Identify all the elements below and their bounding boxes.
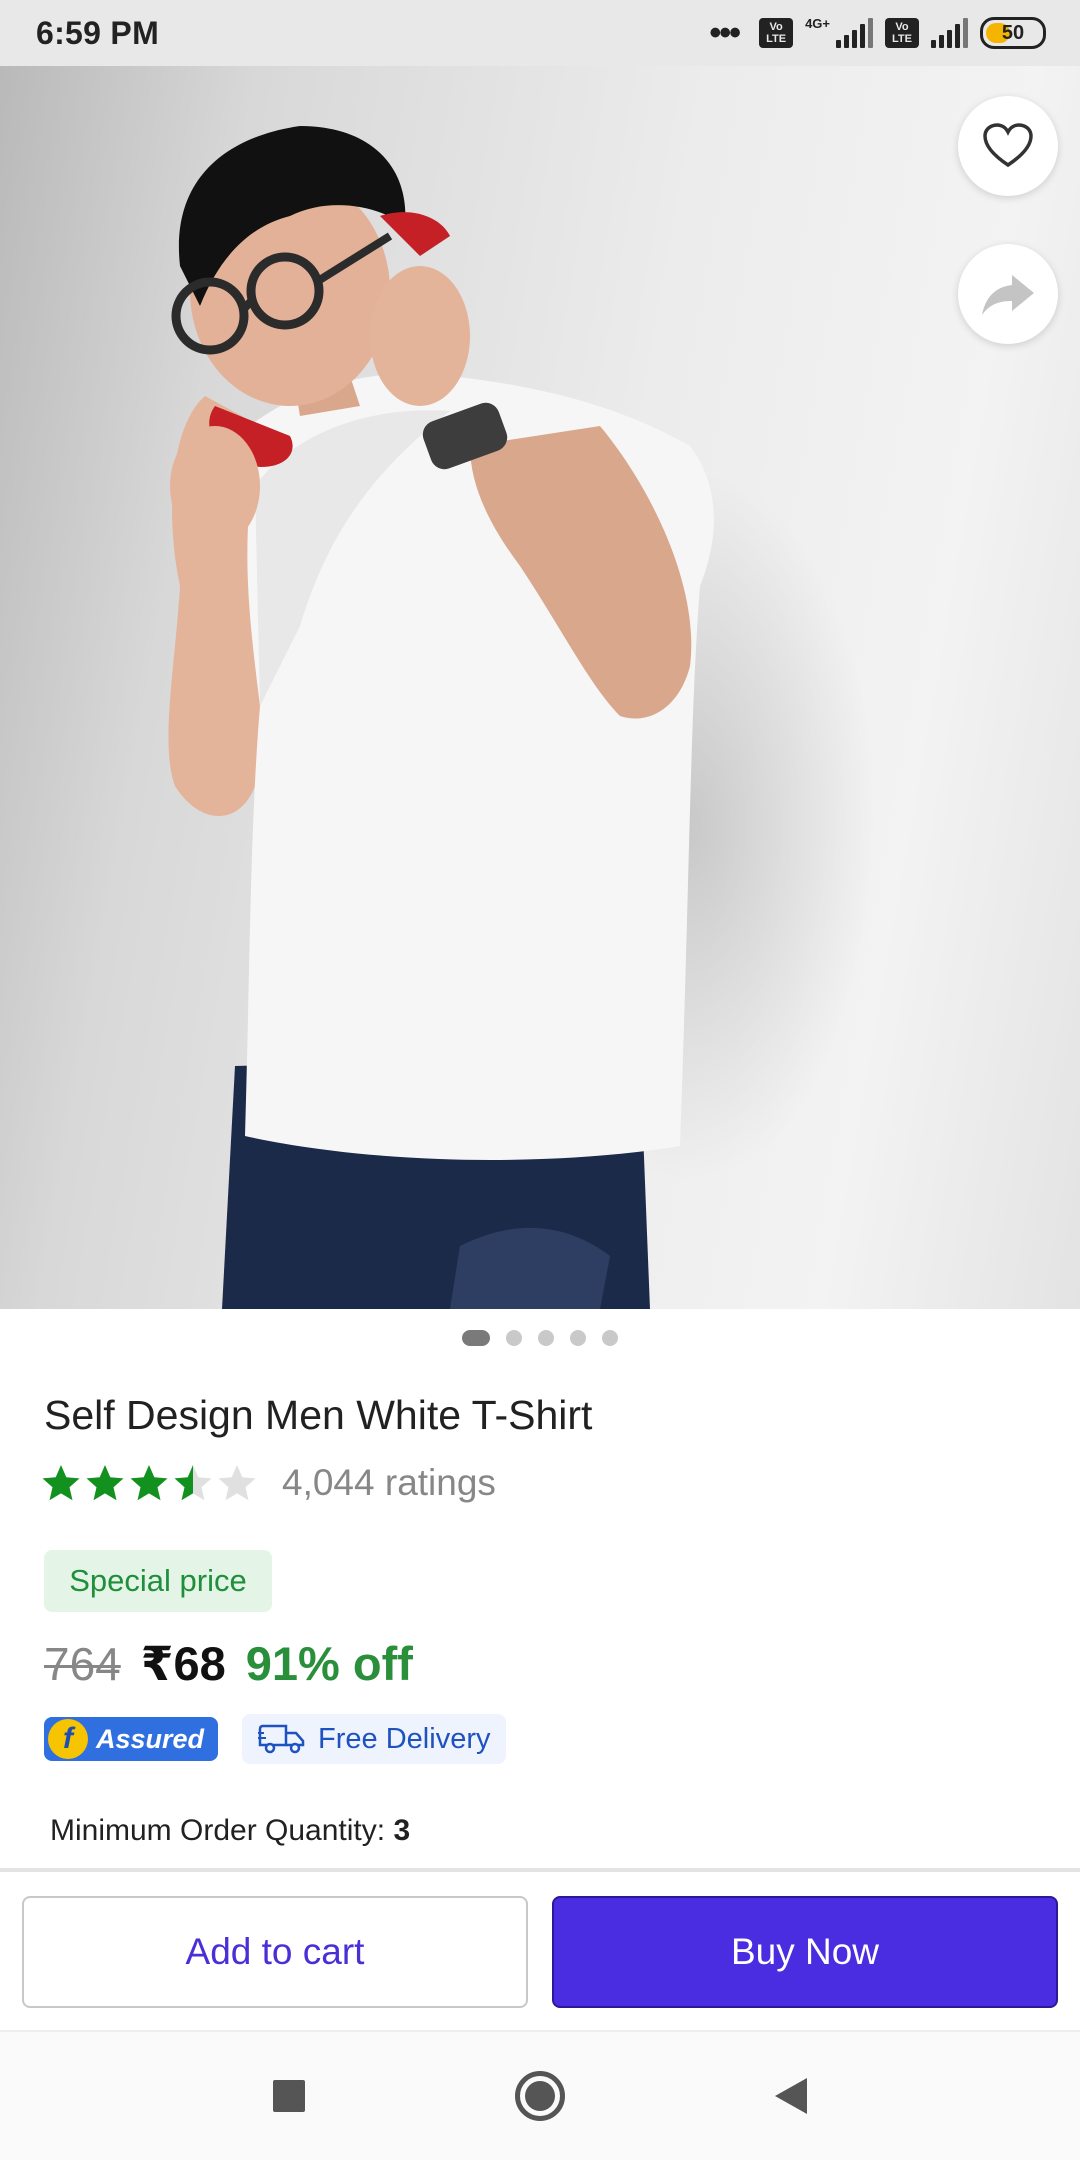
- network-type-label: 4G+: [805, 15, 830, 31]
- free-delivery-badge: Free Delivery: [242, 1714, 507, 1764]
- moq-label: Minimum Order Quantity:: [50, 1814, 386, 1847]
- minimum-order-quantity: Minimum Order Quantity: 3: [50, 1814, 410, 1848]
- star-icon: [86, 1465, 124, 1501]
- heart-icon: [983, 123, 1033, 168]
- signal-icon: [836, 18, 873, 48]
- assured-badge[interactable]: f Assured: [44, 1717, 219, 1761]
- star-icon: [42, 1465, 80, 1501]
- assured-logo-icon: f: [48, 1719, 88, 1759]
- carousel-dot[interactable]: [462, 1330, 490, 1346]
- star-icon: [130, 1465, 168, 1501]
- rating-stars: [40, 1463, 258, 1503]
- home-button[interactable]: [515, 2071, 565, 2121]
- share-icon: [982, 275, 1034, 315]
- product-photo-icon: [168, 126, 714, 1309]
- selling-price: ₹68: [140, 1637, 226, 1690]
- carousel-dot[interactable]: [602, 1330, 618, 1346]
- free-delivery-label: Free Delivery: [318, 1722, 491, 1755]
- status-time: 6:59 PM: [36, 14, 160, 51]
- product-page: 6:59 PM ••• Vo LTE 4G+ Vo LTE 50 Self De…: [0, 0, 1080, 2160]
- assured-label: Assured: [96, 1723, 205, 1754]
- status-icons: ••• Vo LTE 4G+ Vo LTE 50: [709, 16, 1046, 50]
- carousel-dot[interactable]: [506, 1330, 522, 1346]
- status-bar: 6:59 PM ••• Vo LTE 4G+ Vo LTE 50: [0, 0, 1080, 66]
- battery-icon: 50: [980, 17, 1046, 49]
- share-button[interactable]: [958, 244, 1058, 344]
- battery-level: 50: [1001, 21, 1025, 44]
- volte-icon: Vo LTE: [759, 18, 794, 48]
- back-button[interactable]: [775, 2078, 807, 2114]
- wishlist-button[interactable]: [958, 96, 1058, 196]
- buy-now-button[interactable]: Buy Now: [552, 1896, 1058, 2008]
- product-title: Self Design Men White T-Shirt: [44, 1392, 593, 1438]
- recents-button[interactable]: [273, 2080, 305, 2112]
- signal-icon: [931, 18, 968, 48]
- star-icon: [174, 1465, 212, 1501]
- product-image[interactable]: [0, 66, 1080, 1309]
- badges-row: f Assured Free Delivery: [44, 1714, 507, 1764]
- volte-icon: Vo LTE: [885, 18, 919, 48]
- action-bar: Add to cart Buy Now: [0, 1868, 1080, 2030]
- notification-dots-icon: •••: [709, 14, 741, 52]
- discount-percent: 91% off: [245, 1637, 413, 1690]
- image-carousel-indicator[interactable]: [0, 1326, 1080, 1350]
- rating-row[interactable]: 4,044 ratings: [40, 1462, 496, 1504]
- system-nav-bar: [0, 2030, 1080, 2160]
- original-price: 764: [44, 1638, 121, 1690]
- carousel-dot[interactable]: [570, 1330, 586, 1346]
- carousel-dot[interactable]: [538, 1330, 554, 1346]
- price-row: 764 ₹68 91% off: [44, 1636, 413, 1692]
- moq-value: 3: [393, 1814, 411, 1847]
- special-price-badge: Special price: [44, 1550, 272, 1612]
- star-icon: [218, 1465, 256, 1501]
- home-icon: [525, 2081, 555, 2111]
- rating-count: 4,044 ratings: [282, 1462, 496, 1503]
- truck-icon: [258, 1724, 305, 1754]
- add-to-cart-button[interactable]: Add to cart: [22, 1896, 528, 2008]
